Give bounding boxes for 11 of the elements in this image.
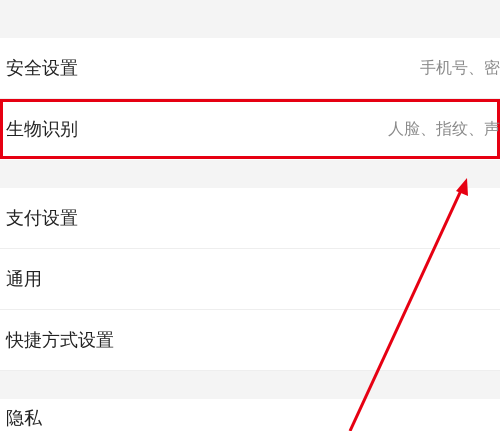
settings-row[interactable]: 通用 [0, 249, 500, 310]
settings-row[interactable]: 快捷方式设置 [0, 310, 500, 371]
row-label: 隐私 [6, 407, 42, 431]
row-label: 安全设置 [6, 56, 78, 80]
row-label: 通用 [6, 268, 42, 292]
row-label: 支付设置 [6, 206, 78, 230]
row-detail: 手机号、密 [420, 57, 500, 79]
settings-row[interactable]: 隐私 [0, 399, 500, 431]
row-label: 快捷方式设置 [6, 328, 114, 352]
row-label: 生物识别 [6, 118, 78, 142]
settings-row[interactable]: 安全设置 手机号、密 [0, 38, 500, 99]
